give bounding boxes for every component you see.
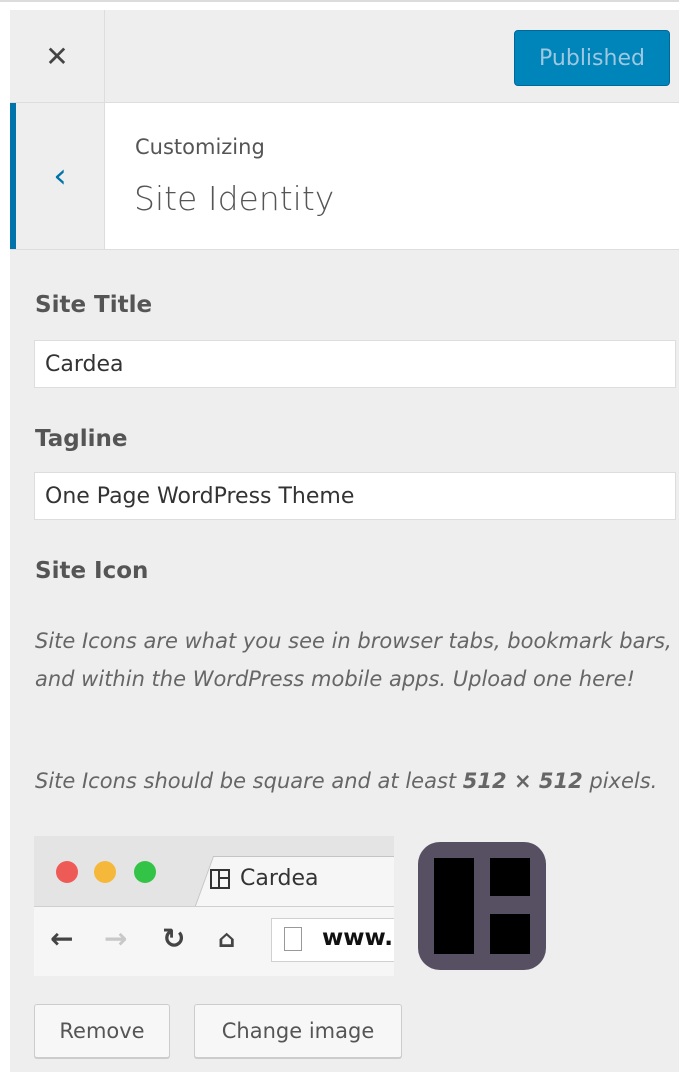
publish-button[interactable]: Published: [514, 30, 670, 86]
forward-arrow-icon: →: [104, 922, 128, 955]
site-icon-label: Site Icon: [35, 558, 149, 584]
customizer-header: ✕ Published: [10, 10, 679, 103]
browser-preview: Cardea ← → ↻ ⌂ www.: [34, 836, 394, 976]
breadcrumb-customizing: Customizing: [135, 135, 265, 159]
site-title-input[interactable]: [34, 340, 676, 388]
back-button[interactable]: ‹: [10, 103, 105, 249]
section-header: ‹ Customizing Site Identity: [10, 103, 679, 250]
back-arrow-icon: ←: [50, 922, 74, 955]
site-title-label: Site Title: [35, 292, 153, 318]
site-icon-image: [418, 842, 546, 970]
top-border: [0, 0, 679, 2]
site-icon-block-bottom-right: [490, 914, 530, 954]
site-icon-description: Site Icons are what you see in browser t…: [35, 629, 672, 691]
chevron-left-icon: ‹: [53, 156, 67, 196]
tagline-label: Tagline: [35, 426, 128, 452]
preview-url: www.: [322, 925, 394, 951]
window-close-dot: [56, 861, 78, 883]
preview-tab-content: Cardea: [210, 866, 318, 891]
close-button[interactable]: ✕: [10, 10, 105, 102]
site-favicon-icon: [210, 868, 230, 889]
size-note-value: 512 × 512: [462, 769, 583, 793]
change-image-button[interactable]: Change image: [194, 1004, 402, 1058]
section-title: Site Identity: [134, 179, 335, 218]
page-icon: [284, 927, 302, 951]
tagline-input[interactable]: [34, 472, 676, 520]
size-note-prefix: Site Icons should be square and at least: [35, 769, 463, 793]
reload-icon: ↻: [162, 922, 186, 955]
preview-tab-title: Cardea: [240, 866, 319, 891]
size-note-suffix: pixels.: [582, 769, 658, 793]
site-icon-block-top-right: [490, 858, 530, 896]
remove-button[interactable]: Remove: [34, 1004, 170, 1058]
window-minimize-dot: [94, 861, 116, 883]
window-maximize-dot: [134, 861, 156, 883]
site-icon-size-note: Site Icons should be square and at least…: [35, 762, 675, 800]
site-icon-block-left: [434, 858, 474, 954]
home-icon: ⌂: [218, 925, 236, 953]
customizer-panel: ✕ Published ‹ Customizing Site Identity …: [10, 10, 679, 1072]
close-icon: ✕: [45, 39, 69, 73]
